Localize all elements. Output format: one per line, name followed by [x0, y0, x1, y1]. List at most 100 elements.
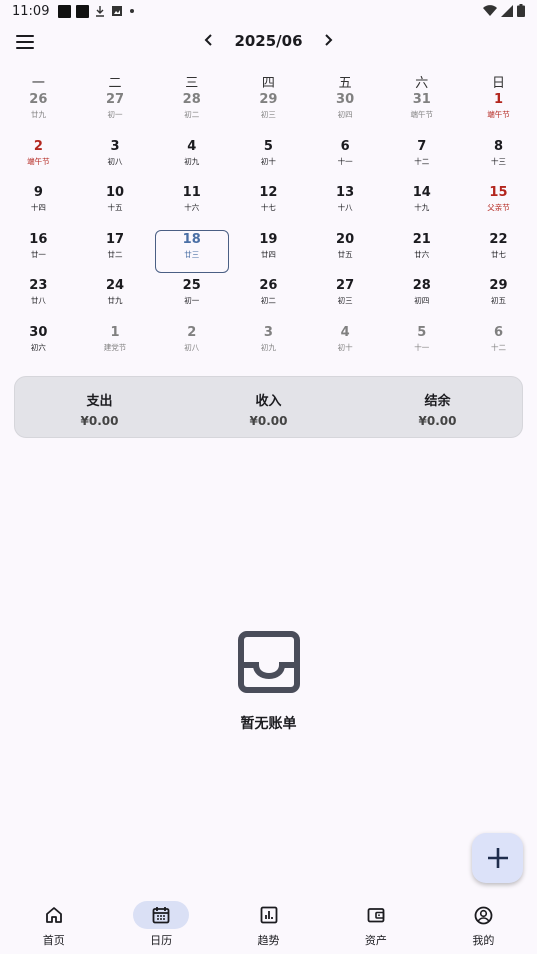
calendar-day[interactable]: 28 初二 [153, 90, 230, 137]
calendar-day[interactable]: 22 廿七 [460, 230, 537, 277]
lunar-date: 十六 [184, 203, 200, 212]
day-number: 13 [336, 185, 355, 200]
calendar-day[interactable]: 31 端午节 [383, 90, 460, 137]
calendar-day[interactable]: 15 父亲节 [460, 183, 537, 230]
next-month-icon[interactable] [318, 32, 338, 48]
income-value: ¥0.00 [249, 414, 288, 428]
prev-month-icon[interactable] [199, 32, 219, 48]
lunar-date: 初八 [184, 342, 200, 352]
calendar-day[interactable]: 20 廿五 [307, 230, 384, 277]
lunar-date: 父亲节 [487, 203, 510, 212]
weekday-label: 日 [491, 76, 505, 91]
month-title[interactable]: 2025/06 [234, 32, 302, 50]
calendar-day[interactable]: 5 初十 [230, 137, 307, 184]
calendar-day[interactable]: 16 廿一 [0, 230, 77, 277]
calendar-day[interactable]: 25 初一 [153, 276, 230, 323]
calendar-day[interactable]: 13 十八 [307, 183, 384, 230]
calendar-day[interactable]: 5 十一 [383, 323, 460, 370]
nav-icon-container [455, 901, 511, 929]
lunar-date: 廿二 [107, 249, 123, 259]
lunar-date: 十九 [414, 203, 430, 212]
lunar-date: 端午节 [487, 110, 510, 119]
lunar-date: 十二 [414, 156, 430, 166]
calendar-day[interactable]: 1 建党节 [77, 323, 154, 370]
calendar-day[interactable]: 9 十四 [0, 183, 77, 230]
calendar-week: 16 廿一 17 廿二 18 廿三 19 廿四 20 廿五 21 廿六 22 廿七 [0, 230, 537, 277]
nav-home[interactable]: 首页 [0, 896, 107, 954]
calendar-day[interactable]: 30 初六 [0, 323, 77, 370]
lunar-date: 初十 [260, 156, 276, 166]
calendar-day[interactable]: 27 初一 [77, 90, 154, 137]
calendar-day[interactable]: 6 十二 [460, 323, 537, 370]
calendar-day[interactable]: 29 初五 [460, 276, 537, 323]
nav-calendar[interactable]: 日历 [107, 896, 214, 954]
day-number: 25 [182, 278, 201, 293]
day-number: 7 [417, 138, 427, 154]
chart-icon [260, 906, 277, 924]
lunar-date: 十八 [337, 203, 353, 212]
calendar-day[interactable]: 11 十六 [153, 183, 230, 230]
nav-assets[interactable]: 资产 [322, 896, 429, 954]
calendar-day[interactable]: 8 十三 [460, 137, 537, 184]
day-number: 28 [182, 92, 201, 107]
calendar-day[interactable]: 19 廿四 [230, 230, 307, 277]
lunar-date: 廿七 [490, 249, 506, 259]
nav-icon-container [133, 901, 190, 929]
calendar-day[interactable]: 29 初三 [230, 90, 307, 137]
lunar-date: 初十 [337, 342, 353, 352]
day-number: 31 [412, 92, 431, 107]
lunar-date: 建党节 [103, 342, 127, 352]
calendar-day[interactable]: 3 初八 [77, 137, 154, 184]
home-icon [45, 907, 62, 923]
day-number: 27 [336, 278, 355, 293]
day-number: 1 [493, 92, 503, 107]
weekday-label: 三 [185, 76, 199, 91]
calendar-day[interactable]: 2 端午节 [0, 137, 77, 184]
calendar-day[interactable]: 6 十一 [307, 137, 384, 184]
lunar-date: 廿一 [30, 249, 46, 259]
plus-icon [487, 848, 508, 868]
day-number: 18 [182, 231, 201, 247]
add-record-button[interactable] [472, 833, 523, 883]
day-number: 2 [33, 138, 43, 154]
day-number: 26 [259, 278, 278, 293]
calendar-day[interactable]: 10 十五 [77, 183, 154, 230]
lunar-date: 十一 [337, 156, 353, 166]
lunar-date: 初四 [414, 296, 430, 305]
calendar-day[interactable]: 26 初二 [230, 276, 307, 323]
calendar-day[interactable]: 26 廿九 [0, 90, 77, 137]
lunar-date: 十四 [30, 203, 46, 212]
nav-label: 我的 [472, 934, 495, 947]
lunar-date: 初五 [490, 296, 506, 305]
calendar-day[interactable]: 14 十九 [383, 183, 460, 230]
calendar-day[interactable]: 7 十二 [383, 137, 460, 184]
calendar-day[interactable]: 30 初四 [307, 90, 384, 137]
lunar-date: 初九 [260, 342, 276, 352]
lunar-date: 十一 [414, 342, 430, 352]
weekday-label: 四 [261, 76, 275, 91]
weekday-label: 五 [338, 76, 352, 91]
weekday-label: 六 [415, 76, 429, 91]
balance-label: 结余 [424, 394, 451, 409]
lunar-date: 初一 [184, 296, 200, 305]
nav-profile[interactable]: 我的 [430, 896, 537, 954]
calendar-day[interactable]: 12 十七 [230, 183, 307, 230]
calendar-day[interactable]: 23 廿八 [0, 276, 77, 323]
calendar-day[interactable]: 3 初九 [230, 323, 307, 370]
calendar-day[interactable]: 4 初十 [307, 323, 384, 370]
calendar-day-today[interactable]: 18 廿三 [153, 230, 230, 277]
calendar-day[interactable]: 17 廿二 [77, 230, 154, 277]
income-label: 收入 [255, 394, 282, 409]
day-number: 1 [110, 324, 120, 340]
calendar-day[interactable]: 21 廿六 [383, 230, 460, 277]
calendar-day[interactable]: 4 初九 [153, 137, 230, 184]
calendar-day[interactable]: 27 初三 [307, 276, 384, 323]
calendar-icon [152, 907, 170, 924]
day-number: 8 [493, 138, 503, 154]
download-icon [96, 5, 105, 17]
nav-trend[interactable]: 趋势 [215, 896, 322, 954]
calendar-day[interactable]: 28 初四 [383, 276, 460, 323]
calendar-day[interactable]: 2 初八 [153, 323, 230, 370]
calendar-day[interactable]: 24 廿九 [77, 276, 154, 323]
calendar-day[interactable]: 1 端午节 [460, 90, 537, 137]
